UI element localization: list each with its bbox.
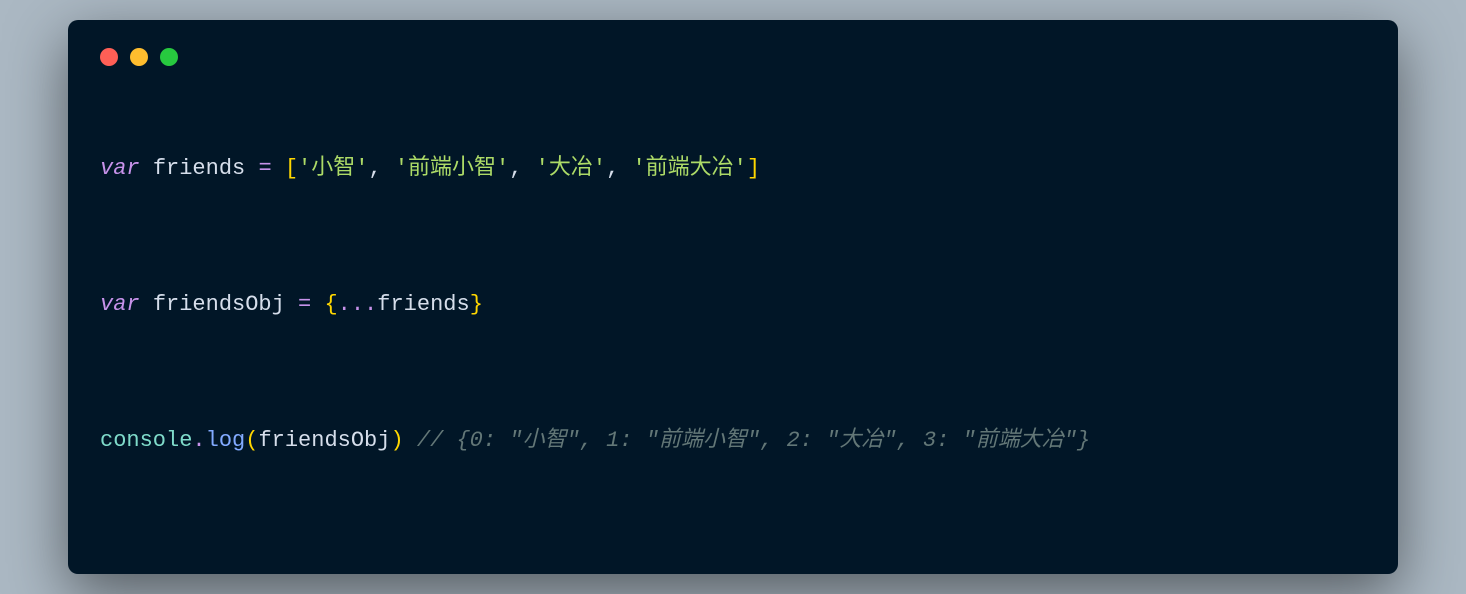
paren-open: (	[245, 428, 258, 453]
code-line-1: var friends = ['小智', '前端小智', '大冶', '前端大冶…	[100, 152, 1366, 186]
keyword-var: var	[100, 156, 140, 181]
paren-close: )	[390, 428, 403, 453]
comma: ,	[509, 156, 522, 181]
string-literal: '前端大冶'	[632, 156, 746, 181]
traffic-lights	[100, 48, 1366, 66]
bracket-open: [	[285, 156, 298, 181]
comma: ,	[368, 156, 381, 181]
string-literal: '前端小智'	[395, 156, 509, 181]
code-line-3: console.log(friendsObj) // {0: "小智", 1: …	[100, 424, 1366, 458]
blank-line	[100, 356, 1366, 390]
maximize-icon	[160, 48, 178, 66]
close-icon	[100, 48, 118, 66]
keyword-var: var	[100, 292, 140, 317]
blank-line	[100, 220, 1366, 254]
identifier-friends: friends	[153, 156, 245, 181]
dot-operator: .	[192, 428, 205, 453]
string-literal: '小智'	[298, 156, 368, 181]
code-window: var friends = ['小智', '前端小智', '大冶', '前端大冶…	[68, 20, 1398, 575]
identifier-friends: friends	[377, 292, 469, 317]
code-block: var friends = ['小智', '前端小智', '大冶', '前端大冶…	[100, 118, 1366, 527]
identifier-friendsobj: friendsObj	[258, 428, 390, 453]
operator-equals: =	[298, 292, 311, 317]
log-method: log	[206, 428, 246, 453]
brace-close: }	[470, 292, 483, 317]
comma: ,	[606, 156, 619, 181]
bracket-close: ]	[747, 156, 760, 181]
string-literal: '大冶'	[536, 156, 606, 181]
operator-equals: =	[258, 156, 271, 181]
spread-operator: ...	[338, 292, 378, 317]
code-line-2: var friendsObj = {...friends}	[100, 288, 1366, 322]
brace-open: {	[324, 292, 337, 317]
minimize-icon	[130, 48, 148, 66]
identifier-friendsobj: friendsObj	[153, 292, 285, 317]
console-object: console	[100, 428, 192, 453]
space	[404, 428, 417, 453]
comment: // {0: "小智", 1: "前端小智", 2: "大冶", 3: "前端大…	[417, 428, 1090, 453]
